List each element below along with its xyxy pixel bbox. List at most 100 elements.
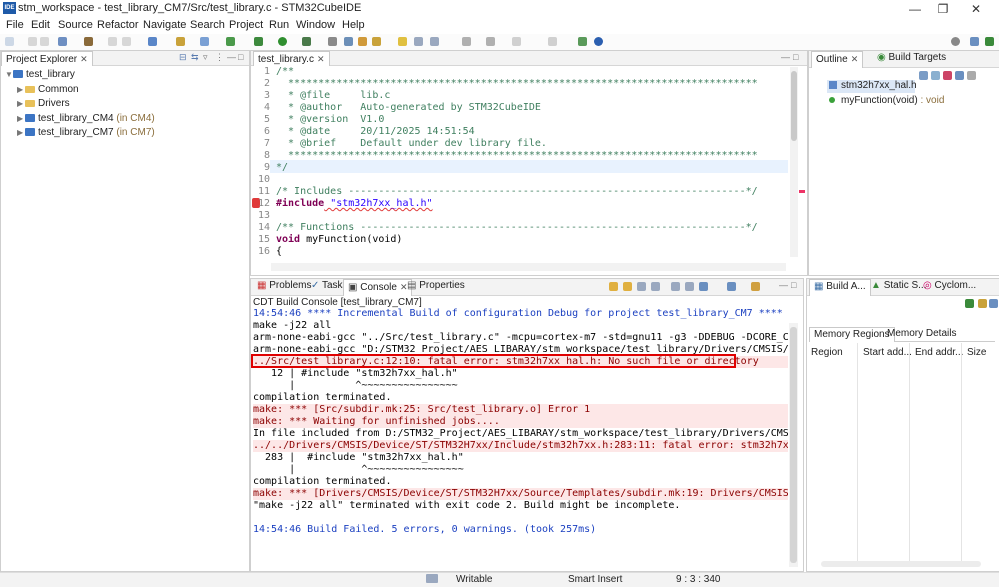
tab-outline[interactable]: Outline ✕	[811, 51, 864, 68]
code-line-function[interactable]: void myFunction(void)	[276, 234, 402, 245]
maximize-view-icon[interactable]: □	[793, 52, 798, 62]
console-vscrollbar[interactable]	[789, 323, 798, 567]
menu-window[interactable]: Window	[296, 19, 335, 31]
tab-memory-regions[interactable]: Memory Regions	[809, 327, 895, 342]
link-icon[interactable]	[989, 299, 998, 308]
menu-help[interactable]: Help	[342, 19, 365, 31]
save-all-icon[interactable]	[40, 37, 49, 46]
save-icon[interactable]	[28, 37, 37, 46]
refresh-icon[interactable]	[965, 299, 974, 308]
view-menu-icon[interactable]: ⋮	[215, 52, 224, 63]
tab-project-explorer[interactable]: Project Explorer ✕	[1, 51, 93, 66]
code-line[interactable]: /** Functions --------------------------…	[276, 222, 758, 233]
next-annotation-icon[interactable]	[462, 37, 471, 46]
console-error-line[interactable]: make: *** [Drivers/CMSIS/Device/ST/STM32…	[253, 488, 788, 500]
chevron-right-icon[interactable]: ▶	[17, 99, 25, 108]
column-region[interactable]: Region	[811, 347, 843, 358]
external-tools-icon[interactable]	[302, 37, 311, 46]
menu-run[interactable]: Run	[269, 19, 289, 31]
prev-annotation-icon[interactable]	[486, 37, 495, 46]
hide-static-icon[interactable]	[943, 71, 952, 80]
maximize-icon[interactable]: ❐	[931, 1, 955, 17]
column-size[interactable]: Size	[967, 347, 986, 358]
clear-console-icon[interactable]	[671, 282, 680, 291]
tree-item-test-library-cm7[interactable]: ▶ test_library_CM7 (in CM7)	[17, 127, 155, 138]
close-icon[interactable]: ✕	[964, 1, 988, 17]
build-icon[interactable]	[58, 37, 67, 46]
code-line[interactable]: * @file lib.c	[276, 90, 390, 101]
outline-item-include[interactable]: stm32h7xx_hal.h	[829, 80, 917, 91]
perspective-icon[interactable]	[970, 37, 979, 46]
maximize-view-icon[interactable]: □	[791, 280, 796, 290]
link-editor-icon[interactable]: ⇆	[191, 52, 199, 63]
info-icon[interactable]	[594, 37, 603, 46]
tab-test-library-c[interactable]: test_library.c ✕	[253, 51, 330, 66]
console-error-line[interactable]: ../../Drivers/CMSIS/Device/ST/STM32H7xx/…	[253, 440, 788, 452]
search-icon[interactable]	[328, 37, 337, 46]
hide-nonpublic-icon[interactable]	[955, 71, 964, 80]
pin-console-icon[interactable]	[699, 282, 708, 291]
word-wrap-icon[interactable]	[651, 282, 660, 291]
copy-console-icon[interactable]	[685, 282, 694, 291]
scroll-thumb[interactable]	[790, 327, 797, 563]
collapse-all-icon[interactable]: ⊟	[179, 52, 187, 63]
tab-build-analyzer[interactable]: ▦ Build A...	[809, 279, 871, 296]
tree-item-test-library-cm4[interactable]: ▶ test_library_CM4 (in CM4)	[17, 113, 155, 124]
code-line-include[interactable]: #include "stm32h7xx_hal.h"	[276, 198, 433, 209]
analyzer-hscrollbar[interactable]	[821, 561, 981, 567]
brush-icon[interactable]	[372, 37, 381, 46]
code-line[interactable]: /* Includes ----------------------------…	[276, 186, 758, 197]
copy-icon[interactable]	[122, 37, 131, 46]
folder-icon[interactable]	[176, 37, 185, 46]
outline-item-function[interactable]: myFunction(void) : void	[829, 95, 944, 106]
cube-icon[interactable]	[200, 37, 209, 46]
chevron-right-icon[interactable]: ▶	[17, 114, 25, 123]
stop-icon[interactable]	[609, 282, 618, 291]
run-icon[interactable]	[278, 37, 287, 46]
new-icon[interactable]	[5, 37, 14, 46]
view-menu-icon[interactable]	[967, 71, 976, 80]
chevron-down-icon[interactable]: ▼	[5, 70, 13, 79]
coverage-icon[interactable]	[226, 37, 235, 46]
close-tab-icon[interactable]: ✕	[851, 54, 859, 64]
show-whitespace-icon[interactable]	[430, 37, 439, 46]
sort-icon[interactable]	[919, 71, 928, 80]
cut-icon[interactable]	[108, 37, 117, 46]
remove-launch-icon[interactable]	[623, 282, 632, 291]
minimize-view-icon[interactable]: —	[779, 280, 788, 290]
code-line[interactable]: {	[276, 246, 282, 257]
column-start-address[interactable]: Start add...	[863, 347, 912, 358]
hammer-icon[interactable]	[84, 37, 93, 46]
minimize-view-icon[interactable]: —	[781, 52, 790, 62]
quick-access-search-icon[interactable]	[951, 37, 960, 46]
last-edit-icon[interactable]	[512, 37, 521, 46]
tree-item-drivers[interactable]: ▶ Drivers	[17, 98, 70, 109]
error-overview-marker[interactable]	[799, 190, 805, 193]
code-line[interactable]: * @version V1.0	[276, 114, 384, 125]
toggle-block-icon[interactable]	[414, 37, 423, 46]
filter-icon[interactable]: ▿	[203, 52, 208, 63]
editor-hscrollbar[interactable]	[271, 263, 786, 271]
debug-icon[interactable]	[254, 37, 263, 46]
console-error-line[interactable]: make: *** Waiting for unfinished jobs...…	[253, 416, 788, 428]
column-end-address[interactable]: End addr...	[915, 347, 963, 358]
menu-navigate[interactable]: Navigate	[143, 19, 186, 31]
tab-properties[interactable]: ▤ Properties	[403, 279, 469, 295]
display-console-icon[interactable]	[727, 282, 736, 291]
code-line[interactable]: * @date 20/11/2025 14:51:54	[276, 126, 475, 137]
scroll-lock-icon[interactable]	[637, 282, 646, 291]
tab-memory-details[interactable]: Memory Details	[883, 327, 960, 341]
menu-edit[interactable]: Edit	[31, 19, 50, 31]
debug-perspective-icon[interactable]	[985, 37, 994, 46]
status-icon[interactable]	[426, 574, 438, 583]
chevron-right-icon[interactable]: ▶	[17, 128, 25, 137]
code-line[interactable]: ****************************************…	[276, 150, 758, 161]
back-icon[interactable]	[548, 37, 557, 46]
open-console-icon[interactable]	[751, 282, 760, 291]
code-line[interactable]: */	[276, 162, 288, 173]
pin-editor-icon[interactable]	[578, 37, 587, 46]
tab-cyclomatic[interactable]: ◎ Cyclom...	[919, 279, 980, 295]
minimize-view-icon[interactable]: —	[227, 52, 236, 62]
close-tab-icon[interactable]: ✕	[317, 54, 325, 64]
code-line[interactable]: * @brief Default under dev library file.	[276, 138, 547, 149]
